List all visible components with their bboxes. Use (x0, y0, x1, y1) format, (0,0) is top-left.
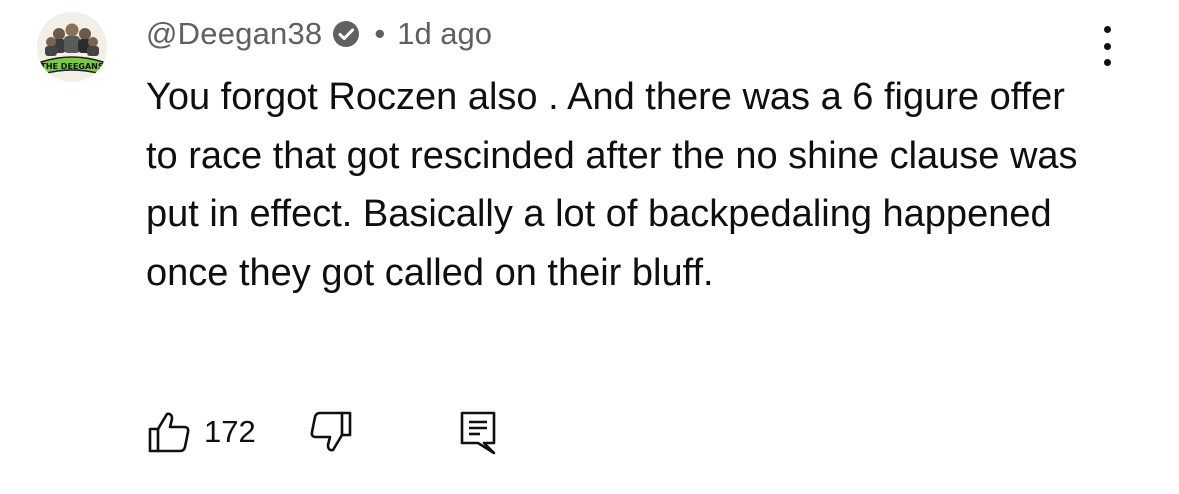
reply-button[interactable] (458, 409, 498, 455)
separator-dot: • (374, 16, 386, 51)
comment-timestamp[interactable]: 1d ago (397, 16, 492, 52)
comment-actions: 172 (146, 406, 498, 458)
comment: THE DEEGANS @Deegan38 • 1d ago You forgo… (0, 0, 1179, 494)
like-count: 172 (204, 414, 256, 449)
menu-dot (1103, 26, 1111, 33)
menu-dot (1103, 42, 1111, 50)
menu-dot (1103, 59, 1111, 66)
thumbs-down-icon (310, 411, 352, 452)
comment-header: @Deegan38 • 1d ago (146, 14, 492, 54)
verified-check-icon (332, 20, 360, 48)
dislike-button[interactable] (308, 409, 354, 455)
author-name[interactable]: @Deegan38 (146, 16, 322, 52)
avatar[interactable]: THE DEEGANS (37, 12, 107, 82)
avatar-logo-text: THE DEEGANS (40, 62, 103, 71)
avatar-image: THE DEEGANS (37, 12, 107, 82)
comment-reply-icon (460, 411, 496, 455)
like-button[interactable] (146, 409, 192, 455)
comment-text: You forgot Roczen also . And there was a… (146, 76, 1078, 294)
thumbs-up-icon (148, 412, 190, 453)
more-vertical-icon[interactable] (1092, 26, 1122, 66)
